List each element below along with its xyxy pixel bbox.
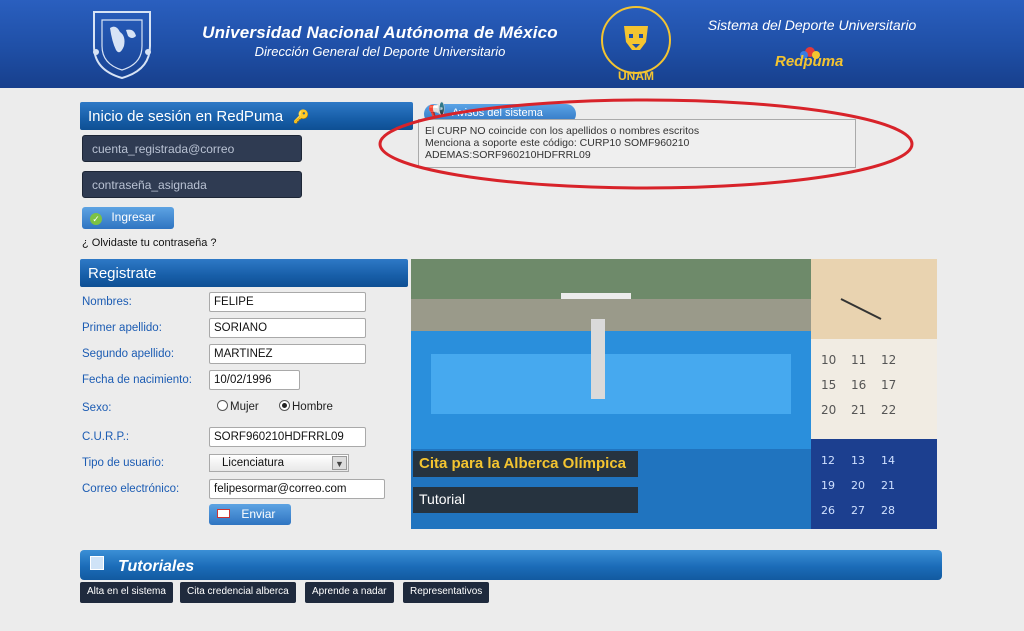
svg-text:20: 20 [821, 403, 836, 417]
aviso-line: ADEMAS:SORF960210HDFRRL09 [425, 149, 591, 161]
chevron-down-icon[interactable]: ▼ [332, 456, 347, 470]
svg-text:21: 21 [851, 403, 866, 417]
ingresar-button[interactable]: ✓ Ingresar [82, 207, 174, 229]
svg-text:12: 12 [821, 454, 835, 467]
correo-label: Correo electrónico: [82, 483, 180, 495]
redpuma-logo-text: Redpuma [775, 53, 844, 70]
sexo-label: Sexo: [82, 402, 112, 414]
primer-apellido-label: Primer apellido: [82, 322, 162, 334]
hombre-label: Hombre [292, 401, 333, 413]
sexo-mujer-radio[interactable]: Mujer [217, 400, 259, 413]
document-icon [90, 556, 104, 570]
check-icon: ✓ [90, 213, 102, 225]
forgot-password-link[interactable]: ¿ Olvidaste tu contraseña ? [82, 237, 217, 249]
tipo-usuario-value: Licenciatura [222, 457, 285, 469]
sistema-deporte-label: Sistema del Deporte Universitario [707, 17, 917, 33]
site-header: Universidad Nacional Autónoma de México … [0, 0, 1024, 88]
fecha-nacimiento-input[interactable]: 10/02/1996 [209, 370, 300, 390]
tutorial-cita-credencial-button[interactable]: Cita credencial alberca [180, 582, 296, 603]
enviar-label: Enviar [241, 507, 276, 521]
tutoriales-heading: Tutoriales [118, 558, 195, 575]
tipo-usuario-select[interactable]: Licenciatura ▼ [209, 454, 349, 472]
aviso-line: El CURP NO coincide con los apellidos o … [425, 125, 700, 137]
svg-text:21: 21 [881, 479, 895, 492]
tutoriales-heading-bar: Tutoriales [80, 550, 942, 580]
tutorial-representativos-button[interactable]: Representativos [403, 582, 490, 603]
banner-caption-tutorial[interactable]: Tutorial [413, 487, 638, 513]
unam-crest-logo[interactable] [86, 6, 158, 82]
svg-text:16: 16 [851, 378, 866, 392]
svg-text:26: 26 [821, 504, 835, 517]
svg-text:15: 15 [821, 378, 836, 392]
password-field[interactable]: contraseña_asignada [82, 171, 302, 198]
radio-icon[interactable] [217, 400, 228, 411]
svg-text:10: 10 [821, 353, 836, 367]
ingresar-label: Ingresar [111, 210, 156, 224]
primer-apellido-input[interactable]: SORIANO [209, 318, 366, 338]
svg-text:19: 19 [821, 479, 835, 492]
svg-text:27: 27 [851, 504, 865, 517]
curp-input[interactable]: SORF960210HDFRRL09 [209, 427, 366, 447]
puma-logo-text: UNAM [618, 69, 654, 83]
tutorial-aprende-nadar-button[interactable]: Aprende a nadar [305, 582, 394, 603]
avisos-message-box: El CURP NO coincide con los apellidos o … [418, 119, 856, 168]
svg-text:22: 22 [881, 403, 896, 417]
nombres-label: Nombres: [82, 296, 132, 308]
svg-text:11: 11 [851, 353, 866, 367]
svg-text:20: 20 [851, 479, 865, 492]
envelope-icon [217, 509, 230, 518]
svg-text:14: 14 [881, 454, 895, 467]
email-field[interactable]: cuenta_registrada@correo [82, 135, 302, 162]
tipo-usuario-label: Tipo de usuario: [82, 457, 165, 469]
university-title: Universidad Nacional Autónoma de México [202, 23, 558, 42]
curp-label: C.U.R.P.: [82, 431, 130, 443]
svg-text:17: 17 [881, 378, 896, 392]
login-panel-heading: Inicio de sesión en RedPuma 🔑 [80, 102, 413, 130]
correo-input[interactable]: felipesormar@correo.com [209, 479, 385, 499]
svg-text:12: 12 [881, 353, 896, 367]
fecha-nacimiento-label: Fecha de nacimiento: [82, 374, 192, 386]
segundo-apellido-label: Segundo apellido: [82, 348, 175, 360]
radio-selected-icon[interactable] [279, 400, 290, 411]
banner-caption-title[interactable]: Cita para la Alberca Olímpica [413, 451, 638, 477]
key-icon: 🔑 [293, 109, 310, 124]
enviar-button[interactable]: Enviar [209, 504, 291, 525]
svg-text:13: 13 [851, 454, 865, 467]
segundo-apellido-input[interactable]: MARTINEZ [209, 344, 366, 364]
aviso-line: Menciona a soporte este código: CURP10 S… [425, 137, 690, 149]
login-heading-text: Inicio de sesión en RedPuma [88, 108, 284, 125]
nombres-input[interactable]: FELIPE [209, 292, 366, 312]
university-subtitle: Dirección General del Deporte Universita… [254, 44, 506, 59]
sexo-hombre-radio[interactable]: Hombre [279, 400, 333, 413]
tutorial-alta-button[interactable]: Alta en el sistema [80, 582, 173, 603]
registro-heading-text: Registrate [88, 265, 157, 282]
svg-text:28: 28 [881, 504, 895, 517]
mujer-label: Mujer [230, 401, 259, 413]
registro-panel-heading: Registrate [80, 259, 408, 287]
megaphone-icon: 📢 [428, 101, 446, 117]
